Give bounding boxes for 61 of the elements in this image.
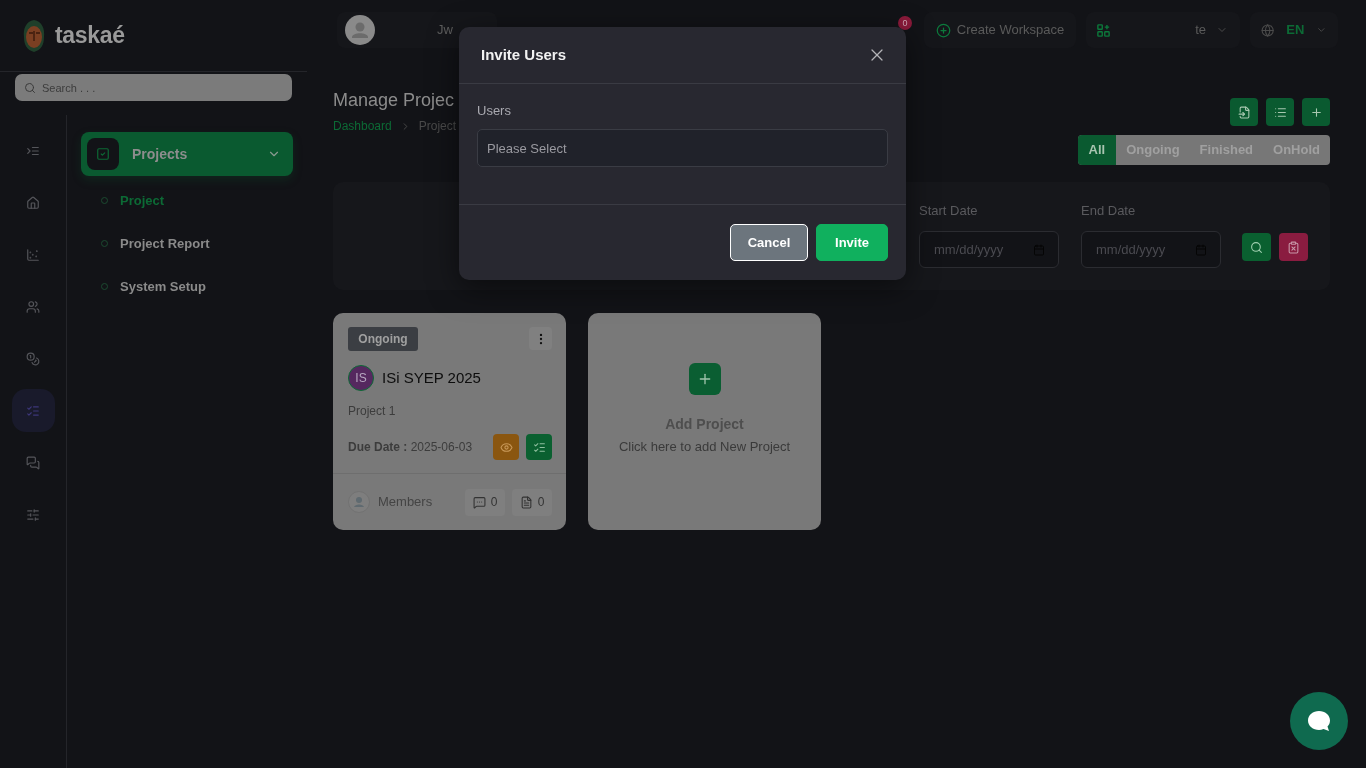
comments-count: 0	[465, 488, 505, 516]
checklist-icon	[26, 403, 40, 418]
file-icon	[519, 495, 533, 509]
date-field[interactable]: mm/dd/yyyy	[919, 231, 1059, 268]
date-field[interactable]: mm/dd/yyyy	[1081, 231, 1221, 268]
grid-plus-icon	[1096, 22, 1111, 38]
user-name: Jw	[437, 21, 453, 40]
home-icon	[26, 195, 40, 210]
member-avatar-icon	[348, 491, 370, 513]
chat-bubble-icon	[1308, 711, 1330, 731]
search-button[interactable]	[1242, 233, 1271, 261]
file-arrow-icon	[1237, 105, 1251, 119]
plus-circle-icon	[935, 22, 951, 38]
date-label: End Date	[1081, 202, 1137, 220]
check-square-icon	[87, 138, 119, 170]
users-icon	[26, 299, 40, 314]
users-label: Users	[477, 102, 512, 120]
clipboard-x-icon	[1287, 240, 1300, 254]
toolbar-button[interactable]	[1266, 98, 1294, 126]
filter-tab[interactable]: All	[1077, 135, 1117, 165]
status-badge: Ongoing	[348, 327, 418, 351]
brand-name: taskaé	[55, 21, 125, 51]
plus-icon	[1309, 105, 1323, 119]
project-description: Project 1	[348, 403, 397, 419]
coins-icon	[26, 351, 40, 366]
clear-button[interactable]	[1279, 233, 1308, 261]
chat-icon	[26, 455, 40, 470]
chart-icon	[26, 247, 40, 262]
checklist-icon	[532, 440, 546, 454]
more-button[interactable]	[529, 327, 552, 350]
files-count: 0	[512, 488, 552, 516]
toolbar-button[interactable]	[1230, 98, 1258, 126]
breadcrumb-link[interactable]: Dashboard	[333, 118, 392, 134]
page-title: Manage Projec	[333, 89, 456, 112]
list-icon	[1273, 105, 1287, 119]
dialog-button[interactable]: Cancel	[730, 224, 808, 261]
tasks-button[interactable]	[526, 434, 552, 460]
toolbar-button[interactable]	[1302, 98, 1330, 126]
breadcrumb-current: Project	[418, 118, 457, 134]
dialog-button[interactable]: Invite	[816, 224, 888, 261]
search-icon	[1250, 240, 1263, 254]
eye-icon	[499, 440, 513, 454]
project-name: ISi SYEP 2025	[382, 367, 481, 388]
submenu-item[interactable]: System Setup	[120, 276, 206, 297]
search-field[interactable]: Search . . .	[15, 74, 292, 101]
users-select[interactable]: Please Select	[477, 129, 888, 167]
due-date: Due Date : 2025-06-03	[348, 439, 473, 456]
add-icon	[688, 363, 721, 395]
project-avatar: IS	[348, 365, 374, 391]
add-project-hint: Click here to add New Project	[618, 438, 791, 456]
date-label: Start Date	[919, 202, 979, 220]
comment-icon	[472, 495, 486, 509]
search-icon	[24, 81, 36, 94]
projects-menu-button[interactable]: Projects	[81, 132, 293, 176]
submenu-item[interactable]: Project Report	[120, 233, 210, 254]
view-button[interactable]	[493, 434, 519, 460]
globe-icon	[1261, 22, 1275, 38]
user-avatar-icon	[345, 15, 375, 45]
logo-icon	[21, 18, 47, 53]
sliders-icon	[26, 507, 40, 522]
submenu-item[interactable]: Project	[120, 190, 165, 211]
